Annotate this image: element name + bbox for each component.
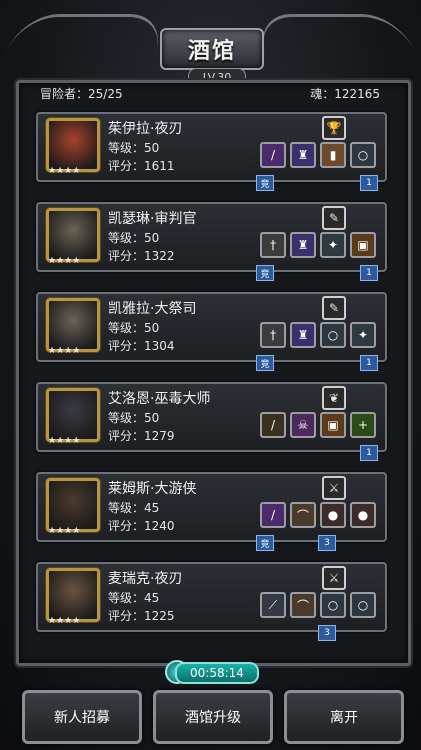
feather-icon[interactable]: ✎ [322, 296, 346, 320]
bird-icon[interactable]: ❦ [322, 386, 346, 410]
equipment-slots: / ⌒ ● ● [260, 502, 385, 528]
hero-portrait[interactable] [46, 478, 100, 532]
arena-tag: 竞 [256, 535, 274, 551]
hero-portrait[interactable] [46, 298, 100, 352]
potion-icon[interactable]: ♜ [290, 232, 316, 258]
mace-icon[interactable]: † [260, 232, 286, 258]
hero-stars: ★★★★ [48, 436, 81, 446]
rank-tag: 1 [360, 445, 378, 461]
hero-card[interactable]: ★★★★ 凯雅拉·大祭司 等级：50 评分：1304 ✎ † ♜ ○ ✦ 竞 1 [36, 292, 387, 371]
equipment-slots: / ☠ ▣ + [260, 412, 385, 438]
ring-icon[interactable]: ○ [350, 592, 376, 618]
hero-stars: ★★★★ [48, 616, 81, 626]
scroll-icon[interactable]: ✦ [320, 232, 346, 258]
stats-bar: 冒险者：25/25 魂：122165 [40, 85, 380, 103]
knife-icon[interactable]: ⟋ [260, 592, 286, 618]
hero-score: 评分：1322 [108, 249, 175, 263]
arena-tag: 竞 [256, 265, 274, 281]
potion-icon[interactable]: ♜ [290, 322, 316, 348]
hero-stars: ★★★★ [48, 346, 81, 356]
hero-portrait[interactable] [46, 568, 100, 622]
ornament-right [251, 14, 417, 57]
feather-icon[interactable]: ✎ [322, 206, 346, 230]
mace-icon[interactable]: † [260, 322, 286, 348]
equipment-slots: ⟋ ⌒ ○ ○ [260, 592, 385, 618]
rank-tag: 1 [360, 175, 378, 191]
hero-name: 凯雅拉·大祭司 [108, 301, 197, 317]
skull-icon[interactable]: ☠ [290, 412, 316, 438]
hero-card[interactable]: ★★★★ 艾洛恩·巫毒大师 等级：50 评分：1279 ❦ / ☠ ▣ +1 [36, 382, 387, 461]
hero-level: 等级：50 [108, 231, 160, 245]
hero-name: 莱姆斯·大游侠 [108, 481, 197, 497]
leave-button[interactable]: 离开 [284, 690, 404, 744]
rank-tag: 1 [360, 355, 378, 371]
crossbow-icon[interactable]: ⚔ [322, 566, 346, 590]
scroll-icon[interactable]: ✦ [350, 322, 376, 348]
plus-icon[interactable]: + [350, 412, 376, 438]
ring-icon[interactable]: ○ [350, 142, 376, 168]
hero-score: 评分：1225 [108, 609, 175, 623]
hero-level: 等级：45 [108, 501, 160, 515]
header: 酒馆 LV.30 [4, 6, 417, 86]
hero-name: 麦瑞克·夜刃 [108, 571, 183, 587]
hero-level: 等级：50 [108, 141, 160, 155]
barrel-icon[interactable]: ▣ [320, 412, 346, 438]
staff-icon[interactable]: / [260, 412, 286, 438]
arena-tag: 竞 [256, 175, 274, 191]
barrel-icon[interactable]: ▣ [350, 232, 376, 258]
equipment-slots: † ♜ ○ ✦ [260, 322, 385, 348]
hero-stars: ★★★★ [48, 256, 81, 266]
trophy-icon[interactable]: 🏆 [322, 116, 346, 140]
bottle-icon[interactable]: ▮ [320, 142, 346, 168]
blade-icon[interactable]: / [260, 142, 286, 168]
bow-icon[interactable]: ⌒ [290, 592, 316, 618]
ornament-left [4, 14, 170, 57]
hero-name: 艾洛恩·巫毒大师 [108, 391, 211, 407]
hero-name: 凯瑟琳·审判官 [108, 211, 197, 227]
ring-icon[interactable]: ○ [320, 592, 346, 618]
hero-level: 等级：50 [108, 411, 160, 425]
hero-score: 评分：1304 [108, 339, 175, 353]
hero-name: 茱伊拉·夜刃 [108, 121, 183, 137]
equipment-slots: / ♜ ▮ ○ [260, 142, 385, 168]
hero-portrait[interactable] [46, 118, 100, 172]
ball-icon[interactable]: ● [320, 502, 346, 528]
crossbow-icon[interactable]: ⚔ [322, 476, 346, 500]
hero-score: 评分：1279 [108, 429, 175, 443]
ball-icon[interactable]: ● [350, 502, 376, 528]
title-plate: 酒馆 [160, 28, 264, 70]
hero-portrait[interactable] [46, 388, 100, 442]
rank-tag: 1 [360, 265, 378, 281]
hero-level: 等级：50 [108, 321, 160, 335]
equipment-slots: † ♜ ✦ ▣ [260, 232, 385, 258]
recruit-button[interactable]: 新人招募 [22, 690, 142, 744]
hero-score: 评分：1240 [108, 519, 175, 533]
hero-card[interactable]: ★★★★ 麦瑞克·夜刃 等级：45 评分：1225 ⚔ ⟋ ⌒ ○ ○ 3 [36, 562, 387, 641]
soul-count: 魂：122165 [310, 87, 380, 101]
upgrade-tavern-button[interactable]: 酒馆升级 [153, 690, 273, 744]
potion-icon[interactable]: ♜ [290, 142, 316, 168]
hero-portrait[interactable] [46, 208, 100, 262]
rank-tag: 3 [318, 535, 336, 551]
hero-score: 评分：1611 [108, 159, 175, 173]
blade-icon[interactable]: / [260, 502, 286, 528]
ring-icon[interactable]: ○ [320, 322, 346, 348]
hero-level: 等级：45 [108, 591, 160, 605]
page-title: 酒馆 [187, 38, 236, 64]
hero-stars: ★★★★ [48, 526, 81, 536]
bow-icon[interactable]: ⌒ [290, 502, 316, 528]
hero-card[interactable]: ★★★★ 凯瑟琳·审判官 等级：50 评分：1322 ✎ † ♜ ✦ ▣ 竞 1 [36, 202, 387, 281]
hero-stars: ★★★★ [48, 166, 81, 176]
rank-tag: 3 [318, 625, 336, 641]
arena-tag: 竞 [256, 355, 274, 371]
refresh-timer: 00:58:14 [175, 662, 259, 684]
adventurer-count: 冒险者：25/25 [40, 87, 123, 101]
hero-card[interactable]: ★★★★ 茱伊拉·夜刃 等级：50 评分：1611 🏆 / ♜ ▮ ○ 竞 1 [36, 112, 387, 191]
hero-card[interactable]: ★★★★ 莱姆斯·大游侠 等级：45 评分：1240 ⚔ / ⌒ ● ● 竞 3 [36, 472, 387, 551]
